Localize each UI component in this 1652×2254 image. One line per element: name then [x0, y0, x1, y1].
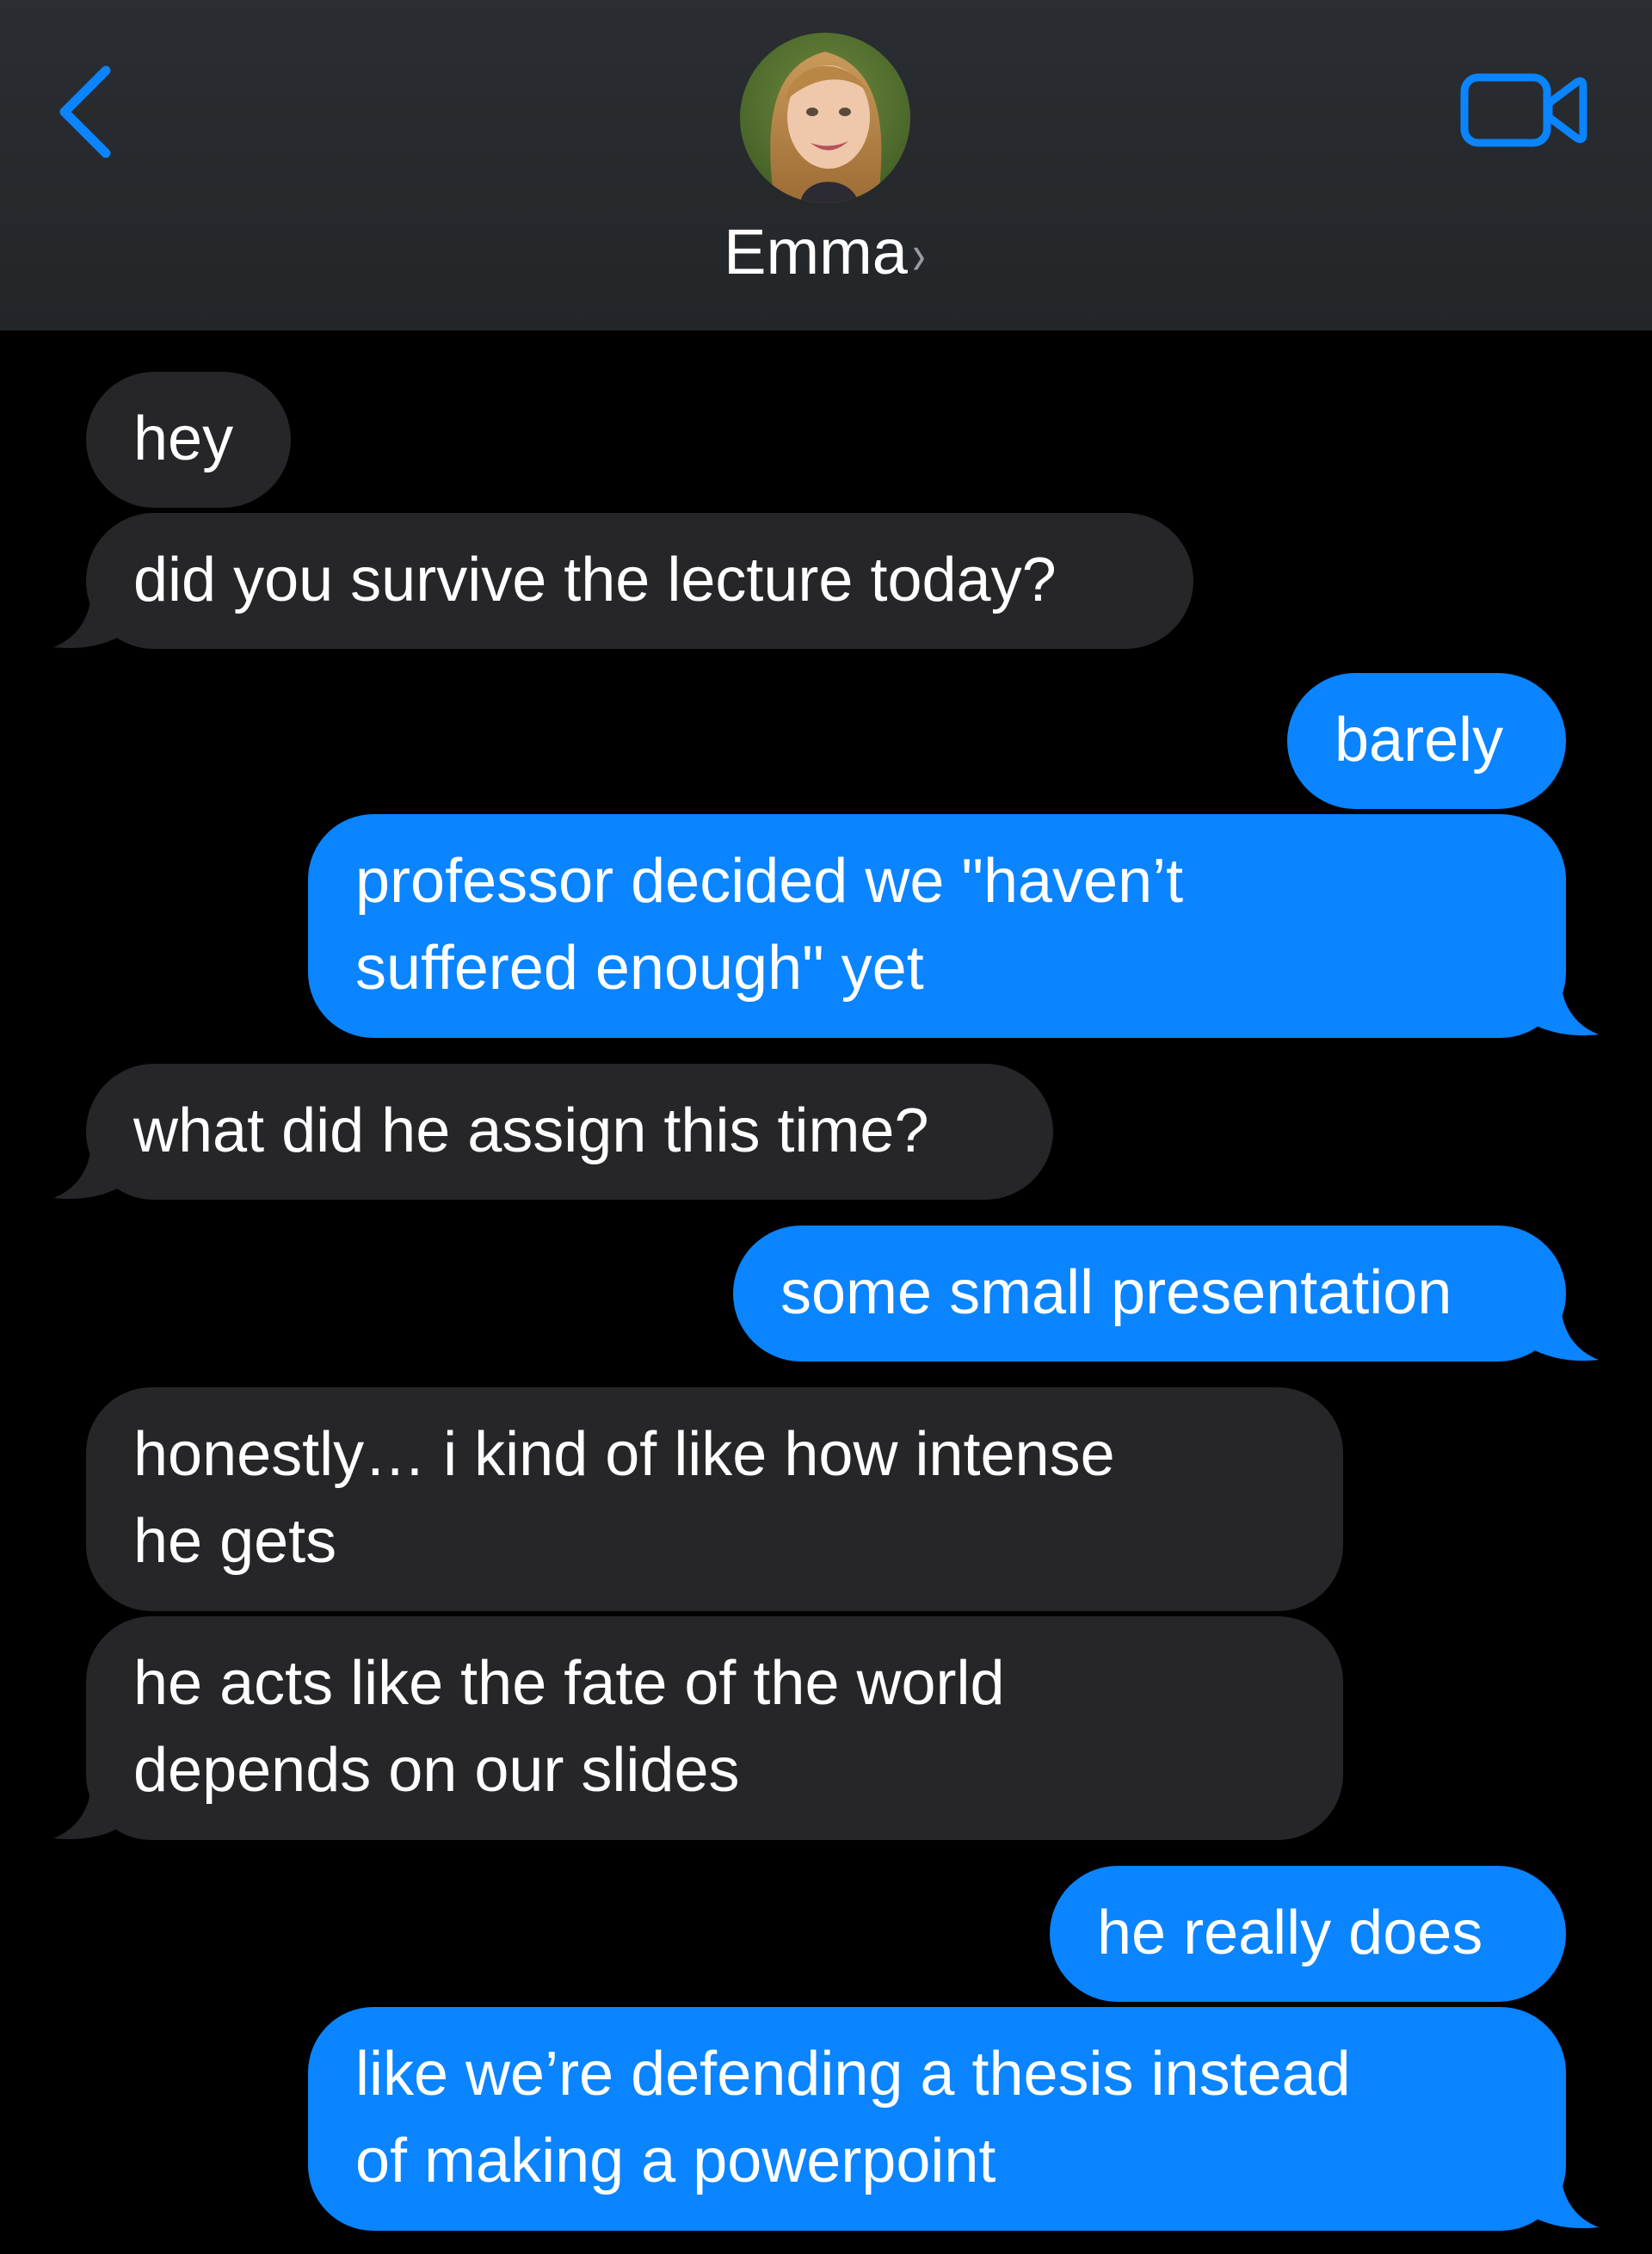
message-text: he really does	[1097, 1899, 1483, 1967]
video-camera-icon	[1460, 73, 1587, 147]
message-bubble-incoming[interactable]: did you survive the lecture today?	[86, 513, 1193, 649]
message-text: hey	[133, 404, 234, 473]
bubble-tail	[53, 1785, 127, 1840]
message-bubble-outgoing[interactable]: some small presentation	[733, 1226, 1566, 1362]
back-button[interactable]	[47, 52, 125, 164]
bubble-tail	[1525, 1306, 1599, 1362]
message-line: suffered enough" yet	[355, 934, 924, 1003]
chevron-left-icon	[59, 65, 111, 158]
conversation-header: Emma›	[0, 0, 1652, 330]
message-bubble-outgoing[interactable]: he really does	[1050, 1866, 1566, 2002]
facetime-video-button[interactable]	[1459, 67, 1588, 153]
message-bubble-outgoing[interactable]: barely	[1287, 673, 1566, 809]
contact-name: Emma	[724, 216, 908, 287]
message-bubble-incoming[interactable]: hey	[86, 372, 291, 508]
message-text: some small presentation	[780, 1258, 1452, 1327]
message-line: he acts like the fate of the world	[133, 1649, 1005, 1718]
message-line: depends on our slides	[133, 1736, 740, 1805]
message-bubble-outgoing[interactable]: professor decided we "haven’t suffered e…	[308, 814, 1566, 1038]
message-line: professor decided we "haven’t	[355, 847, 1184, 916]
message-bubble-outgoing[interactable]: like we’re defending a thesis instead of…	[308, 2007, 1566, 2231]
message-bubble-incoming[interactable]: honestly… i kind of like how intense he …	[86, 1387, 1343, 1611]
chevron-right-icon: ›	[912, 222, 926, 286]
bubble-tail	[1525, 2174, 1599, 2229]
bubble-tail	[1525, 981, 1599, 1036]
message-bubble-incoming[interactable]: he acts like the fate of the world depen…	[86, 1616, 1343, 1840]
message-bubble-incoming[interactable]: what did he assign this time?	[86, 1064, 1053, 1200]
message-text: barely	[1335, 706, 1504, 775]
avatar[interactable]	[740, 33, 910, 203]
bubble-tail	[53, 594, 127, 649]
message-text: what did he assign this time?	[133, 1096, 929, 1165]
message-text: did you survive the lecture today?	[133, 546, 1057, 614]
bubble-tail	[53, 1145, 127, 1200]
contact-name-button[interactable]: Emma›	[0, 213, 1652, 293]
message-line: of making a powerpoint	[355, 2127, 996, 2195]
message-line: honestly… i kind of like how intense	[133, 1420, 1115, 1489]
message-line: like we’re defending a thesis instead	[355, 2040, 1351, 2109]
message-line: he gets	[133, 1507, 337, 1576]
